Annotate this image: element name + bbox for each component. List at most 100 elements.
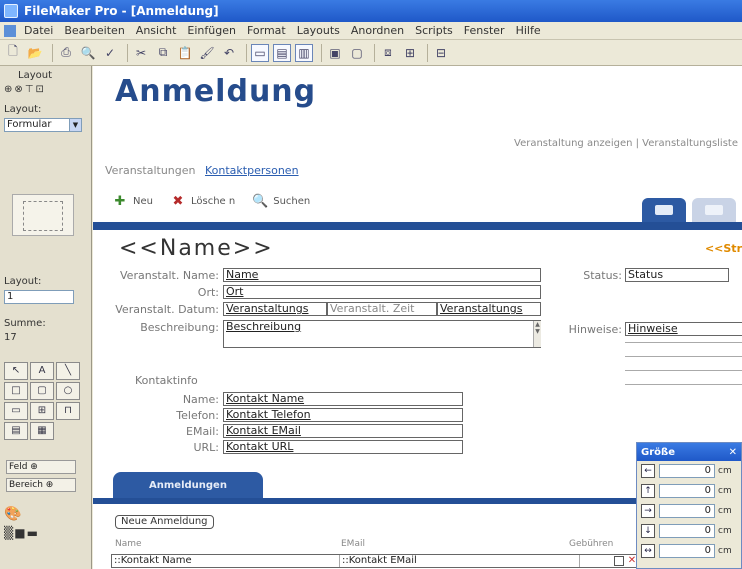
text-tool-icon[interactable]: A	[30, 362, 54, 380]
field-hinweise[interactable]: Hinweise	[625, 322, 742, 336]
open-file-icon[interactable]: 📂	[26, 44, 44, 62]
nav-links: Veranstaltungen Kontaktpersonen	[105, 164, 299, 177]
align-center-icon[interactable]: ▤	[273, 43, 291, 62]
menu-layouts[interactable]: Layouts	[297, 24, 340, 37]
field-name[interactable]: Name	[223, 268, 541, 282]
arrange-back-icon[interactable]: ⊞	[401, 44, 419, 62]
spellcheck-icon[interactable]: ✓	[101, 44, 119, 62]
tab-tool-icon[interactable]: ⊓	[56, 402, 80, 420]
find-label: Suchen	[273, 195, 311, 207]
nav-link-veranstaltungen[interactable]: Veranstaltungen	[105, 164, 196, 177]
layout-number-field[interactable]: 1	[4, 290, 74, 304]
menu-datei[interactable]: Datei	[24, 24, 53, 37]
find-button[interactable]: 🔍 Suchen	[251, 193, 310, 209]
rectangle-tool-icon[interactable]: □	[4, 382, 28, 400]
field-kontakt-email[interactable]: Kontakt EMail	[223, 424, 463, 438]
rounded-rectangle-tool-icon[interactable]: ▢	[30, 382, 54, 400]
cut-icon[interactable]: ✂	[132, 44, 150, 62]
field-tool-icon[interactable]: ▤	[4, 422, 28, 440]
field-tool-button[interactable]: Feld ⊕	[6, 460, 76, 474]
portal-row-checkbox[interactable]	[614, 556, 624, 566]
line-pattern-icons[interactable]: ▒■▬	[4, 526, 39, 540]
field-kontakt-url[interactable]: Kontakt URL	[223, 440, 463, 454]
arrange-front-icon[interactable]: ⧈	[379, 44, 397, 62]
nav-link-kontaktpersonen[interactable]: Kontaktpersonen	[205, 164, 299, 177]
layout-select[interactable]: Formular ▼	[4, 118, 82, 132]
new-registration-button[interactable]: Neue Anmeldung	[115, 515, 214, 529]
new-file-icon[interactable]: 🗋	[4, 44, 22, 62]
align-left-icon[interactable]: ▭	[251, 43, 269, 62]
label-kontakt-email: EMail:	[186, 425, 219, 438]
print-icon[interactable]: ⎙	[57, 44, 75, 62]
field-datum[interactable]: Veranstaltungs	[223, 302, 327, 316]
toolbar-separator	[246, 43, 247, 62]
tab-anmeldungen[interactable]: Anmeldungen	[113, 472, 263, 498]
layout-mode-buttons[interactable]: ⊕⊗⊤⊡	[4, 84, 46, 95]
size-row-top: ↑ 0 cm	[637, 481, 741, 501]
field-datum-end[interactable]: Veranstaltungs	[437, 302, 541, 316]
list-view-icon	[705, 205, 723, 215]
list-view-tab[interactable]	[692, 198, 736, 222]
size-right-value[interactable]: 0	[659, 504, 715, 518]
layout-book-icon[interactable]	[12, 194, 74, 236]
size-palette-titlebar[interactable]: Größe ✕	[637, 443, 741, 461]
print-preview-icon[interactable]: 🔍	[79, 44, 97, 62]
portal-cell-email[interactable]: ::Kontakt EMail	[340, 555, 580, 567]
menu-bearbeiten[interactable]: Bearbeiten	[64, 24, 124, 37]
field-kontakt-name[interactable]: Kontakt Name	[223, 392, 463, 406]
size-row-right: → 0 cm	[637, 501, 741, 521]
size-width-value[interactable]: 0	[659, 544, 715, 558]
beschreibung-scrollbar[interactable]: ▲ ▼	[533, 321, 541, 347]
web-viewer-tool-icon[interactable]: ▦	[30, 422, 54, 440]
menu-scripts[interactable]: Scripts	[415, 24, 453, 37]
menu-einfuegen[interactable]: Einfügen	[187, 24, 236, 37]
format-painter-icon[interactable]: 🖌	[198, 44, 216, 62]
label-name: Veranstalt. Name:	[120, 269, 219, 282]
tool-palette: ↖ A ╲ □ ▢ ○ ▭ ⊞ ⊓ ▤ ▦	[4, 362, 84, 440]
field-status[interactable]: Status	[625, 268, 729, 282]
menu-anordnen[interactable]: Anordnen	[351, 24, 404, 37]
undo-icon[interactable]: ↶	[220, 44, 238, 62]
oval-tool-icon[interactable]: ○	[56, 382, 80, 400]
status-area: Layout ⊕⊗⊤⊡ Layout: Formular ▼ Layout: 1…	[0, 66, 92, 569]
ungroup-icon[interactable]: ▢	[348, 44, 366, 62]
portal-tool-icon[interactable]: ⊞	[30, 402, 54, 420]
close-icon[interactable]: ✕	[729, 447, 737, 458]
size-bottom-value[interactable]: 0	[659, 524, 715, 538]
form-view-tab[interactable]	[642, 198, 686, 222]
table-row[interactable]: ::Kontakt Name ::Kontakt EMail ✕	[111, 554, 641, 568]
window-title-bar[interactable]: FileMaker Pro - [Anmeldung]	[0, 0, 742, 22]
paste-icon[interactable]: 📋	[176, 44, 194, 62]
line-tool-icon[interactable]: ╲	[56, 362, 80, 380]
filemaker-app-icon	[4, 4, 18, 18]
document-icon	[4, 24, 16, 37]
menu-hilfe[interactable]: Hilfe	[516, 24, 541, 37]
group-icon[interactable]: ▣	[326, 44, 344, 62]
layout-number-label: Layout:	[4, 276, 42, 287]
delete-record-button[interactable]: ✖ Lösche n	[169, 193, 236, 209]
toolbar-separator	[321, 43, 322, 62]
field-beschreibung[interactable]: Beschreibung	[223, 320, 541, 348]
portal-cell-name[interactable]: ::Kontakt Name	[112, 555, 340, 567]
new-record-button[interactable]: ✚ Neu	[111, 193, 153, 209]
label-kontakt-name: Name:	[182, 393, 219, 406]
right-position-icon: →	[641, 504, 655, 518]
field-zeit[interactable]: Veranstalt. Zeit	[327, 302, 437, 316]
align-right-icon[interactable]: ▥	[295, 43, 313, 62]
menu-ansicht[interactable]: Ansicht	[136, 24, 177, 37]
menu-fenster[interactable]: Fenster	[464, 24, 505, 37]
size-top-value[interactable]: 0	[659, 484, 715, 498]
pointer-tool-icon[interactable]: ↖	[4, 362, 28, 380]
menu-format[interactable]: Format	[247, 24, 286, 37]
size-row-left: ← 0 cm	[637, 461, 741, 481]
field-kontakt-telefon[interactable]: Kontakt Telefon	[223, 408, 463, 422]
header-nav-links[interactable]: Veranstaltung anzeigen | Veranstaltungsl…	[514, 138, 738, 149]
layout-setup-icon[interactable]: ⊟	[432, 44, 450, 62]
size-left-value[interactable]: 0	[659, 464, 715, 478]
button-tool-icon[interactable]: ▭	[4, 402, 28, 420]
field-ort[interactable]: Ort	[223, 285, 541, 299]
sum-value: 17	[4, 332, 17, 343]
copy-icon[interactable]: ⧉	[154, 44, 172, 62]
fill-color-icon[interactable]: 🎨	[4, 506, 21, 522]
part-tool-button[interactable]: Bereich ⊕	[6, 478, 76, 492]
